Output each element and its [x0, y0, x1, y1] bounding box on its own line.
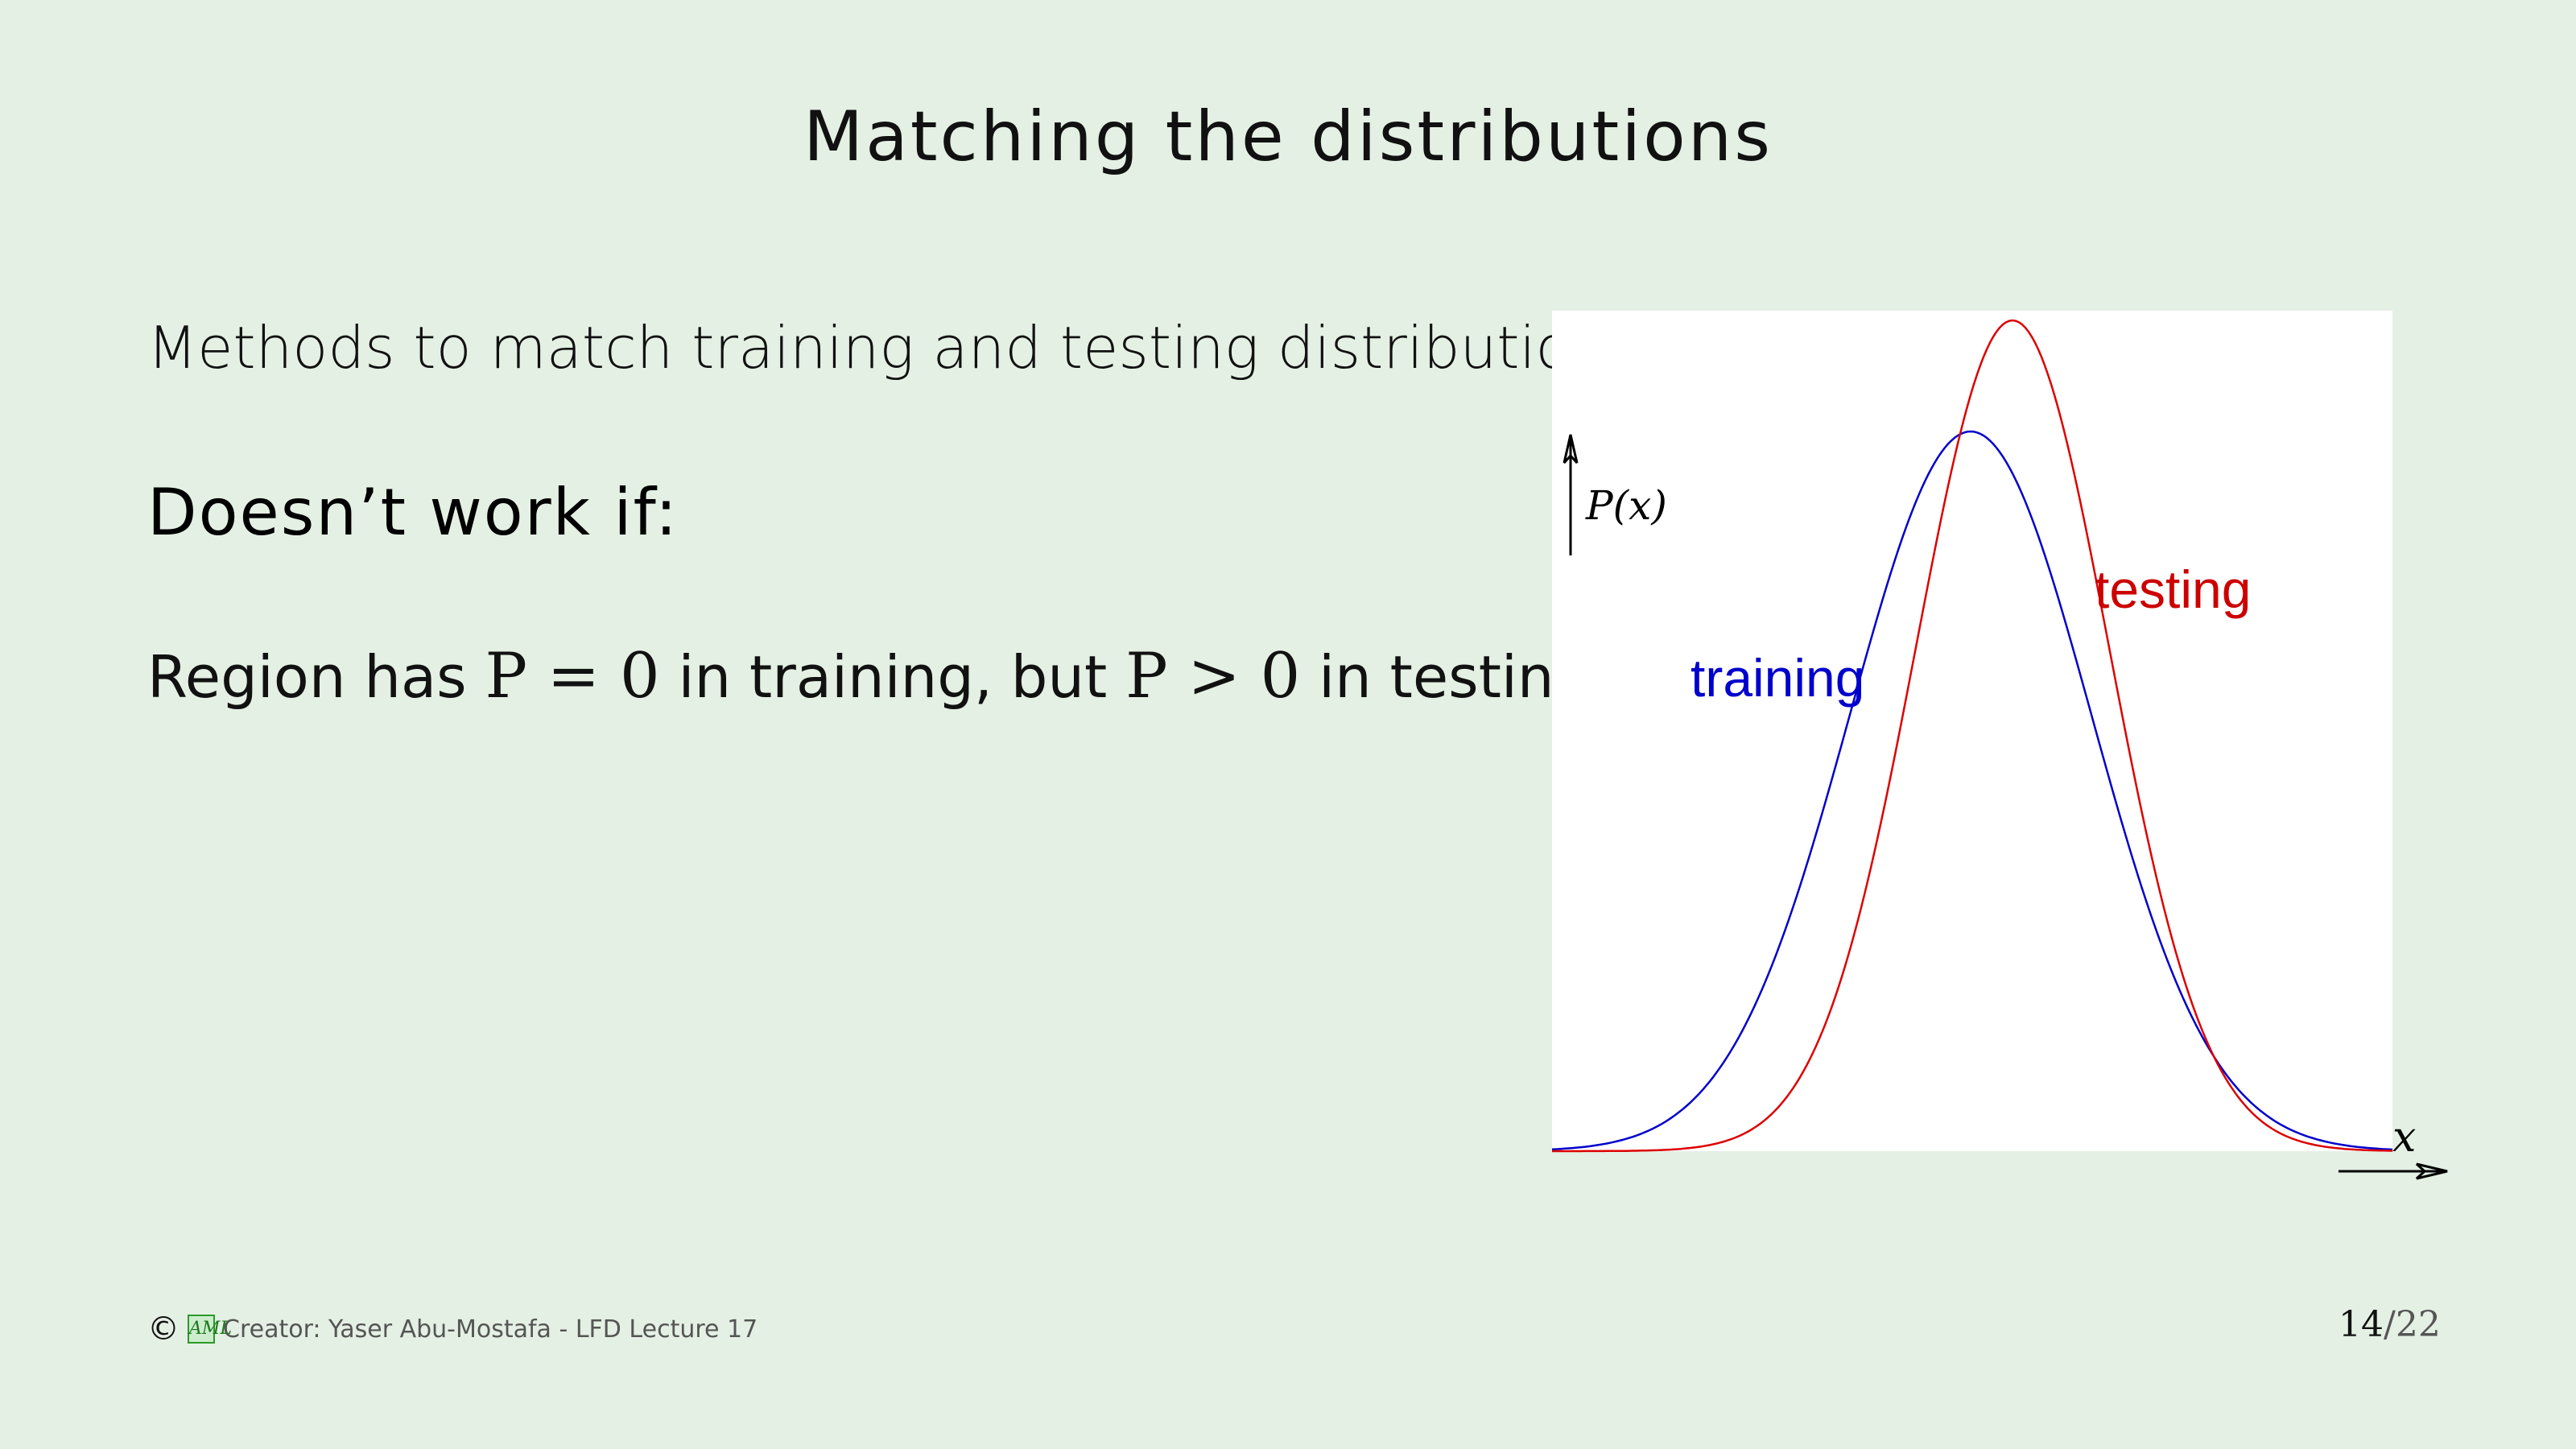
training-label: training: [1690, 648, 1864, 708]
copyright-icon: ©: [147, 1311, 180, 1348]
distribution-plot: P(x) x training testing: [1551, 319, 2448, 1180]
testing-label: testing: [2095, 559, 2251, 619]
page-total: /22: [2384, 1304, 2441, 1345]
x-axis-label: x: [2392, 1113, 2416, 1162]
page-current: 14: [2339, 1304, 2384, 1345]
page-number: 14/22: [2339, 1304, 2441, 1345]
testing-curve: [1552, 319, 2392, 1153]
footer: © AML Creator: Yaser Abu-Mostafa - LFD L…: [147, 1311, 758, 1348]
training-curve: [1551, 430, 2393, 1151]
y-axis-label: P(x): [1585, 482, 1667, 529]
aml-logo-icon: AML: [188, 1315, 232, 1344]
creator-credit: Creator: Yaser Abu-Mostafa - LFD Lecture…: [223, 1315, 758, 1344]
